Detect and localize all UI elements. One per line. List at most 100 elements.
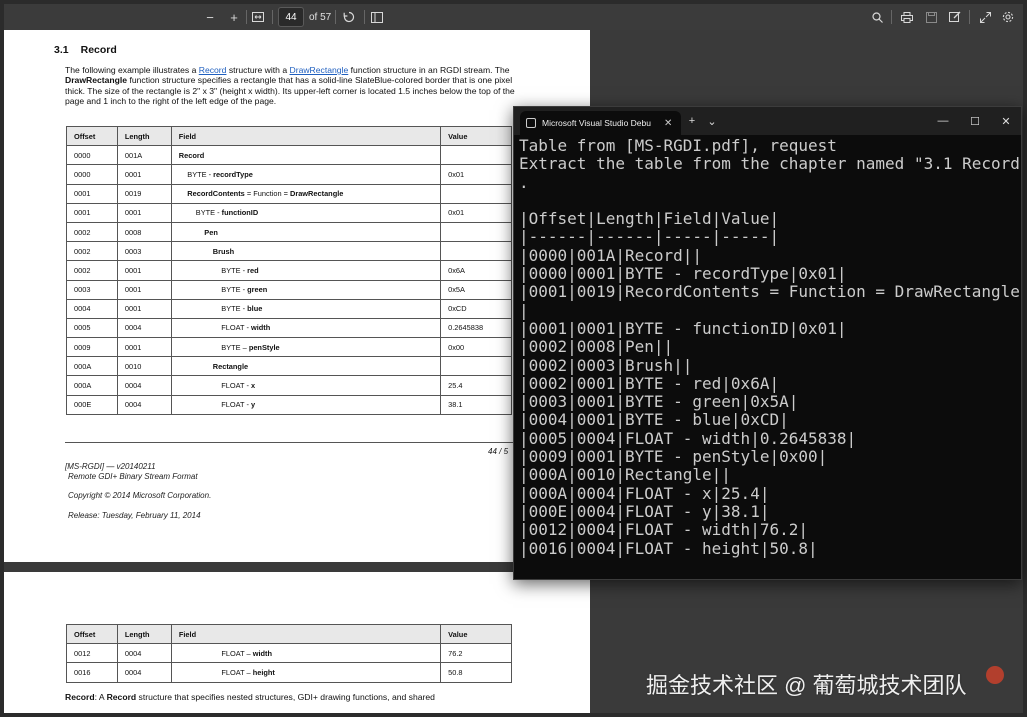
annotate-icon[interactable] bbox=[946, 4, 964, 30]
field-prefix: FLOAT – bbox=[221, 667, 253, 677]
cell-value: 50.8 bbox=[440, 662, 512, 683]
terminal-output[interactable]: Table from [MS-RGDI.pdf], request Extract… bbox=[519, 137, 1019, 577]
cell-offset: 000A bbox=[66, 375, 118, 396]
print-icon[interactable] bbox=[898, 4, 916, 30]
field-name: functionID bbox=[221, 208, 259, 218]
field-name: width bbox=[250, 323, 271, 333]
terminal-line: | bbox=[519, 300, 529, 320]
minimize-button[interactable]: — bbox=[934, 111, 952, 131]
footer-doc-title: Remote GDI+ Binary Stream Format bbox=[68, 472, 198, 481]
terminal-line: |0001|0019|RecordContents = Function = D… bbox=[519, 282, 1019, 302]
divider bbox=[969, 10, 970, 24]
terminal-window[interactable]: Microsoft Visual Studio Debu ✕ + ⌄ — ☐ ✕… bbox=[513, 106, 1022, 580]
drawrectangle-link[interactable]: DrawRectangle bbox=[290, 65, 349, 75]
cell-length: 0001 bbox=[116, 279, 172, 300]
field-name: green bbox=[247, 285, 268, 295]
cell-length: 0001 bbox=[116, 298, 172, 319]
field-name: RecordContents bbox=[187, 189, 245, 199]
rotate-icon[interactable] bbox=[340, 4, 358, 30]
cell-offset: 0003 bbox=[66, 279, 118, 300]
terminal-line: |0016|0004|FLOAT - height|50.8| bbox=[519, 538, 818, 558]
cell-offset: 0001 bbox=[66, 183, 118, 204]
record-link[interactable]: Record bbox=[199, 65, 227, 75]
pdf-page: Offset Length Field Value 0012 0004 FLOAT … bbox=[4, 572, 590, 713]
settings-gear-icon[interactable] bbox=[999, 4, 1017, 30]
cell-field: RecordContents = Function = DrawRectangl… bbox=[170, 183, 442, 204]
section-number: 3.1 bbox=[54, 44, 69, 56]
field-prefix: FLOAT - bbox=[221, 323, 251, 333]
page-view-icon[interactable] bbox=[368, 4, 386, 30]
terminal-line: |0003|0001|BYTE - green|0x5A| bbox=[519, 392, 799, 412]
cell-length: 0003 bbox=[116, 241, 172, 262]
fullscreen-icon[interactable] bbox=[976, 4, 994, 30]
close-button[interactable]: ✕ bbox=[997, 111, 1015, 131]
watermark-text: 掘金技术社区 @ 葡萄城技术团队 bbox=[646, 673, 967, 698]
col-header-offset: Offset bbox=[66, 623, 118, 645]
fit-page-icon[interactable] bbox=[249, 4, 267, 30]
terminal-line: |Offset|Length|Field|Value| bbox=[519, 209, 780, 229]
terminal-line: |0001|0001|BYTE - functionID|0x01| bbox=[519, 318, 847, 338]
cell-length: 0019 bbox=[116, 183, 172, 204]
cell-length: 0004 bbox=[116, 662, 172, 683]
cell-value: 25.4 bbox=[440, 375, 512, 396]
cell-value bbox=[440, 356, 512, 377]
table-row: 0002 0001 BYTE - red 0x6A bbox=[66, 260, 512, 281]
table-row: 0009 0001 BYTE – penStyle 0x00 bbox=[66, 337, 512, 358]
zoom-in-button[interactable]: + bbox=[226, 4, 242, 30]
cell-offset: 0000 bbox=[66, 145, 118, 166]
col-header-offset: Offset bbox=[66, 125, 118, 147]
section-heading: 3.1 Record bbox=[54, 44, 117, 56]
cell-field: BYTE - recordType bbox=[170, 164, 442, 185]
cell-length: 0001 bbox=[116, 337, 172, 358]
zoom-out-button[interactable]: − bbox=[202, 4, 218, 30]
table-row: 0001 0001 BYTE - functionID 0x01 bbox=[66, 202, 512, 223]
field-name: recordType bbox=[213, 169, 253, 179]
cell-field: BYTE - functionID bbox=[170, 202, 442, 223]
intro-paragraph: The following example illustrates a Reco… bbox=[65, 65, 515, 106]
para-text: : A bbox=[94, 692, 107, 702]
terminal-line: |0002|0001|BYTE - red|0x6A| bbox=[519, 373, 780, 393]
cell-value: 0.2645838 bbox=[440, 317, 512, 339]
para-bold: DrawRectangle bbox=[65, 75, 128, 86]
field-prefix: BYTE - bbox=[187, 169, 214, 179]
terminal-line: |0000|0001|BYTE - recordType|0x01| bbox=[519, 264, 847, 284]
tab-close-icon[interactable]: ✕ bbox=[664, 118, 672, 129]
terminal-title-bar[interactable]: Microsoft Visual Studio Debu ✕ + ⌄ — ☐ ✕ bbox=[514, 107, 1021, 135]
cell-offset: 0002 bbox=[66, 260, 118, 281]
terminal-line: |0002|0008|Pen|| bbox=[519, 337, 674, 357]
maximize-button[interactable]: ☐ bbox=[966, 111, 984, 131]
save-icon[interactable] bbox=[922, 4, 940, 30]
cell-value bbox=[440, 145, 512, 166]
cell-value bbox=[440, 183, 512, 204]
cell-offset: 0009 bbox=[66, 337, 118, 358]
new-tab-button[interactable]: + bbox=[684, 111, 700, 131]
para-text: structure with a bbox=[226, 65, 290, 75]
terminal-line: |0002|0003|Brush|| bbox=[519, 355, 693, 375]
tab-dropdown-icon[interactable]: ⌄ bbox=[704, 111, 720, 131]
cell-offset: 000E bbox=[66, 394, 118, 415]
cell-value: 0x00 bbox=[440, 337, 512, 358]
search-icon[interactable] bbox=[868, 4, 886, 30]
cell-field: BYTE - blue bbox=[170, 298, 442, 319]
page-number-input[interactable]: 44 bbox=[278, 7, 304, 27]
cell-field: Brush bbox=[170, 241, 442, 262]
field-prefix: FLOAT - bbox=[221, 400, 251, 410]
field-prefix: BYTE - bbox=[195, 208, 222, 218]
cell-field: FLOAT – width bbox=[170, 643, 442, 664]
terminal-tab[interactable]: Microsoft Visual Studio Debu ✕ bbox=[520, 111, 681, 135]
cell-value: 0xCD bbox=[440, 298, 512, 319]
cell-length: 0010 bbox=[116, 356, 172, 377]
table-row: 000E 0004 FLOAT - y 38.1 bbox=[66, 394, 512, 415]
terminal-tab-title: Microsoft Visual Studio Debu bbox=[542, 118, 651, 128]
cell-field: Pen bbox=[170, 221, 442, 243]
cell-field: BYTE – penStyle bbox=[170, 337, 442, 358]
table-row: 000A 0010 Rectangle bbox=[66, 356, 512, 377]
cell-value: 0x01 bbox=[440, 202, 512, 223]
terminal-line: |000A|0010|Rectangle|| bbox=[519, 465, 731, 485]
cell-offset: 0002 bbox=[66, 221, 118, 243]
para-text: structure that specifies nested structur… bbox=[136, 692, 435, 702]
field-name: penStyle bbox=[248, 342, 280, 352]
table-row: 0002 0008 Pen bbox=[66, 221, 512, 243]
cell-length: 0001 bbox=[116, 202, 172, 223]
field-name: Brush bbox=[212, 246, 235, 256]
